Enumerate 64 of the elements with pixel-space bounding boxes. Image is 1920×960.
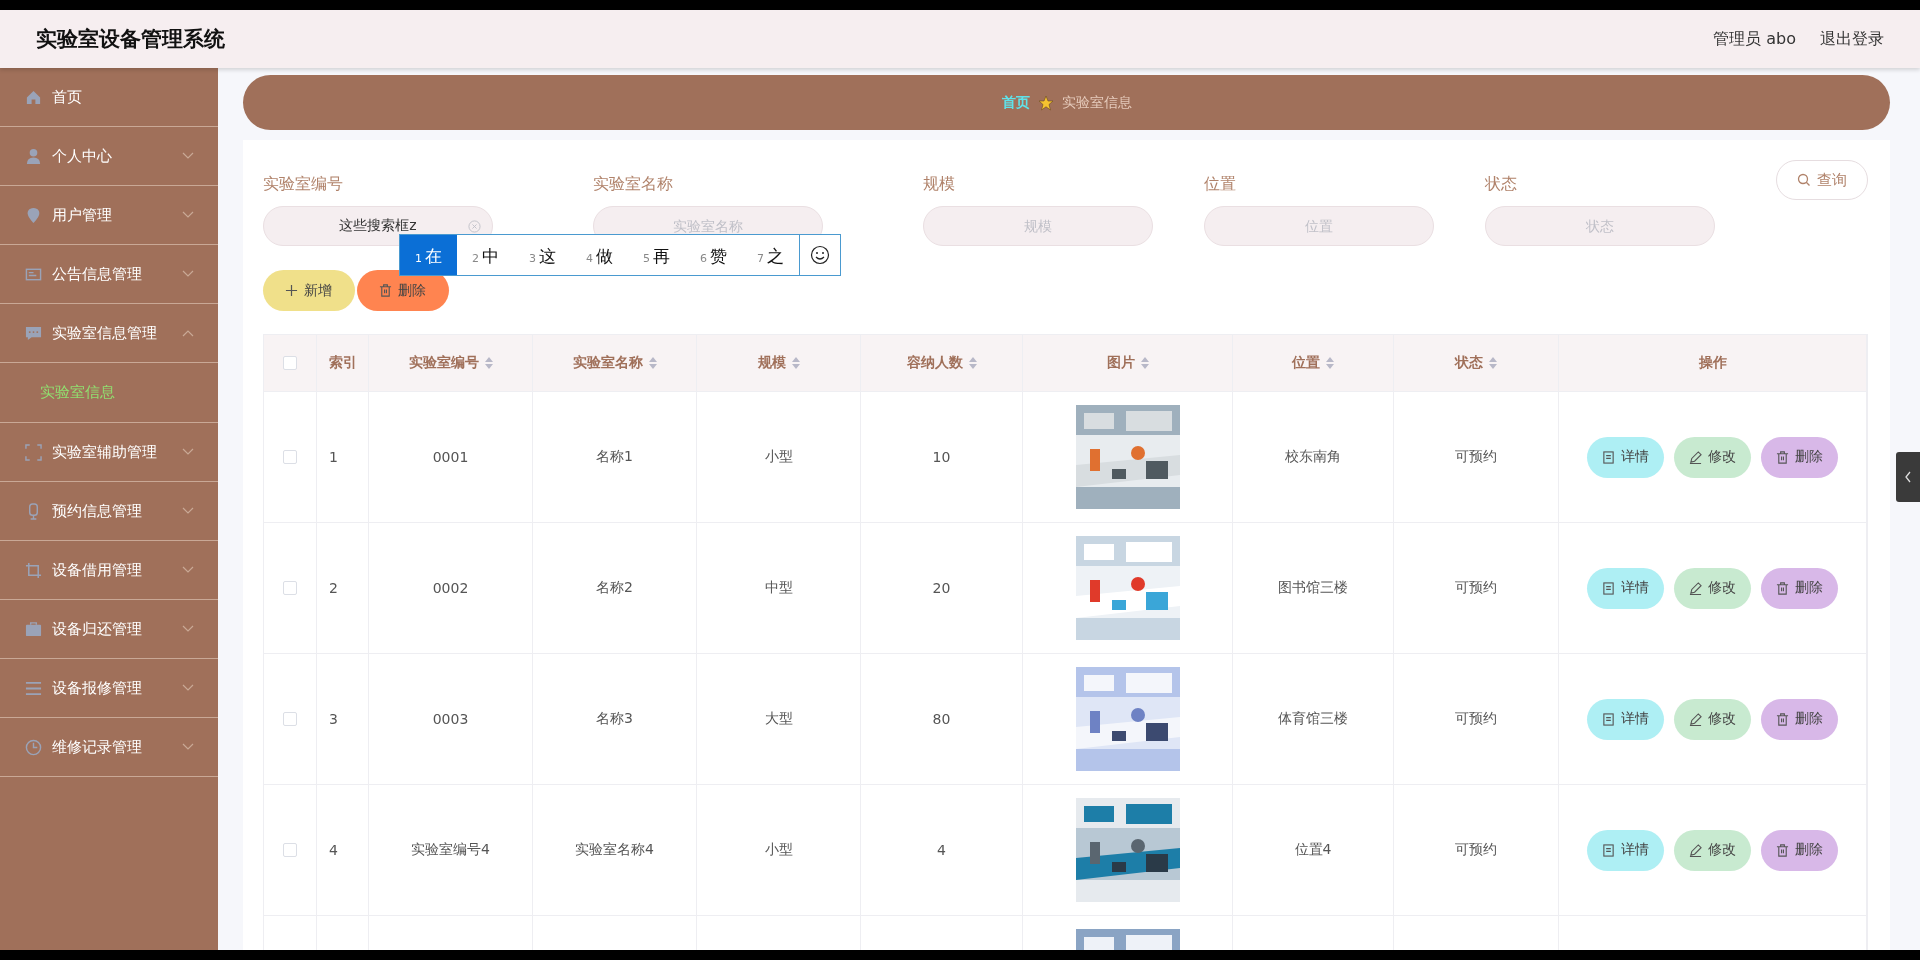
search-button[interactable]: 查询	[1776, 160, 1868, 200]
table-cell: 名称1	[596, 448, 633, 466]
delete-button[interactable]: 删除	[1761, 698, 1838, 740]
ime-candidate[interactable]: 3 这	[514, 235, 571, 275]
table-cell: 可预约	[1455, 579, 1497, 597]
column-header[interactable]: 规模	[757, 354, 786, 372]
column-header: 索引	[329, 354, 357, 372]
table-cell: 0002	[432, 580, 469, 596]
table-cell: 小型	[764, 841, 793, 859]
table-cell: 可预约	[1455, 841, 1497, 859]
column-header[interactable]: 实验室名称	[572, 354, 643, 372]
field-label: 位置	[1204, 174, 1236, 195]
table-cell: 体育馆三楼	[1278, 710, 1348, 728]
delete-button[interactable]: 删除	[1761, 829, 1838, 871]
column-header: 操作	[1698, 354, 1727, 372]
edit-button[interactable]: 修改	[1674, 698, 1751, 740]
app-title: 实验室设备管理系统	[36, 26, 226, 53]
table-cell: 2	[329, 580, 338, 596]
table-cell: 实验室名称4	[575, 841, 654, 859]
table-cell: 80	[932, 711, 951, 727]
logout-link[interactable]: 退出登录	[1820, 28, 1884, 50]
table-cell: 20	[932, 580, 951, 596]
detail-button[interactable]: 详情	[1587, 436, 1664, 478]
column-header[interactable]: 实验室编号	[408, 354, 479, 372]
table-cell: 1	[329, 449, 338, 465]
table-cell: 名称2	[596, 579, 633, 597]
table-cell: 名称3	[596, 710, 633, 728]
table-cell: 中型	[764, 579, 793, 597]
detail-button[interactable]: 详情	[1587, 567, 1664, 609]
edit-button[interactable]: 修改	[1674, 436, 1751, 478]
breadcrumb-link[interactable]: 首页	[1001, 93, 1030, 112]
table-cell: 4	[937, 842, 946, 858]
field-label: 实验室名称	[593, 174, 673, 195]
field-label: 实验室编号	[263, 174, 343, 195]
field-label: 状态	[1485, 174, 1517, 195]
ime-candidate[interactable]: 1 在	[400, 235, 457, 275]
user-label: 管理员 abo	[1713, 28, 1796, 50]
edit-button[interactable]: 修改	[1674, 829, 1751, 871]
detail-button[interactable]: 详情	[1587, 698, 1664, 740]
table-cell: 0003	[432, 711, 469, 727]
table-cell: 10	[932, 449, 951, 465]
detail-button[interactable]: 详情	[1587, 829, 1664, 871]
edit-button[interactable]: 修改	[1674, 567, 1751, 609]
table-cell: 0001	[432, 449, 469, 465]
column-header[interactable]: 图片	[1106, 354, 1135, 372]
add-button[interactable]: 新增	[263, 270, 355, 311]
table-cell: 图书馆三楼	[1278, 579, 1348, 597]
delete-button[interactable]: 删除	[1761, 567, 1838, 609]
column-header[interactable]: 状态	[1455, 354, 1483, 372]
table-cell: 可预约	[1455, 710, 1497, 728]
delete-button[interactable]: 删除	[357, 270, 449, 311]
table-cell: 可预约	[1455, 448, 1497, 466]
table-cell: 位置4	[1294, 841, 1332, 859]
table-cell: 4	[329, 842, 338, 858]
table-cell: 大型	[764, 710, 793, 728]
breadcrumb-current: 实验室信息	[1061, 93, 1132, 112]
delete-button[interactable]: 删除	[1761, 436, 1838, 478]
table-cell: 实验室编号4	[411, 841, 490, 859]
field-label: 规模	[923, 174, 955, 195]
column-header[interactable]: 容纳人数	[906, 354, 963, 372]
column-header[interactable]: 位置	[1292, 354, 1320, 372]
table-cell: 3	[329, 711, 338, 727]
table-cell: 校东南角	[1285, 448, 1341, 466]
table-cell: 小型	[764, 448, 793, 466]
